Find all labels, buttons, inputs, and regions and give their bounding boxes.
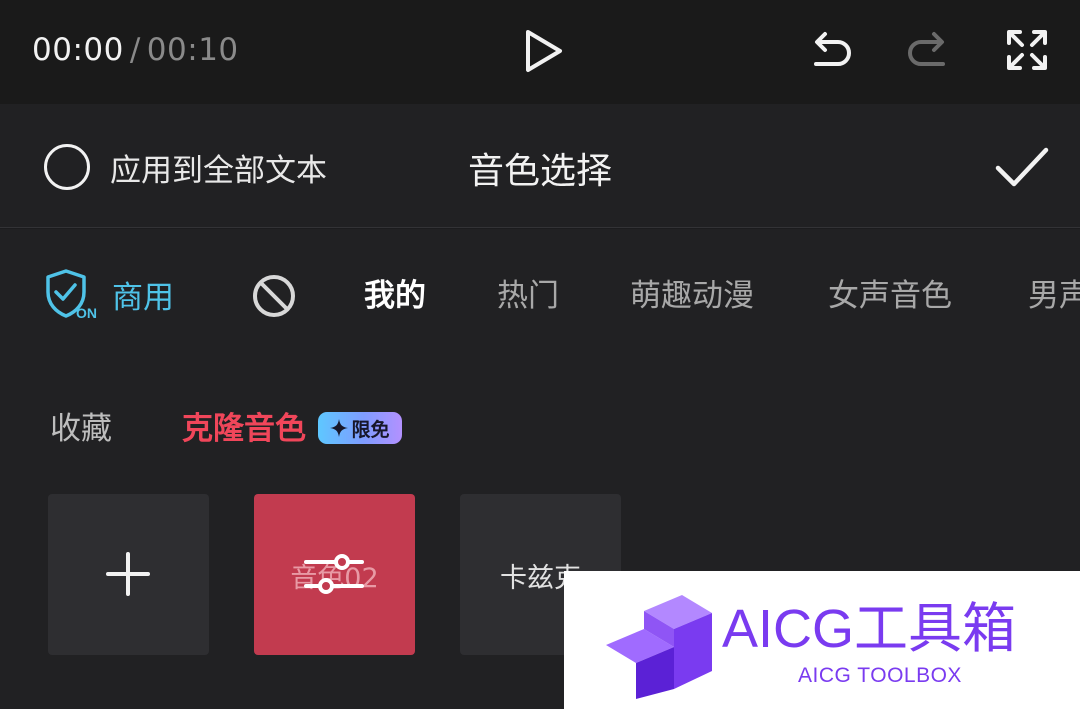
current-time: 00:00 xyxy=(32,32,124,68)
watermark: AICG工具箱 AICG TOOLBOX xyxy=(564,571,1080,709)
commercial-filter-toggle[interactable]: ON 商用 xyxy=(44,269,174,320)
subtab-clone-voice[interactable]: 克隆音色 xyxy=(182,407,306,451)
redo-icon[interactable] xyxy=(905,28,951,74)
watermark-subtitle: AICG TOOLBOX xyxy=(798,664,962,687)
sparkle-icon xyxy=(330,419,349,437)
tab-popular[interactable]: 热门 xyxy=(497,273,559,319)
player-toolbar: 00:00/00:10 xyxy=(0,0,1080,104)
tab-male-voice[interactable]: 男声 xyxy=(1028,273,1080,319)
free-badge: 限免 xyxy=(318,412,402,444)
total-duration: 00:10 xyxy=(146,32,239,68)
voice-subtabs: 收藏 克隆音色 限免 xyxy=(0,359,1080,489)
shield-check-icon: ON xyxy=(46,269,97,320)
subtab-favorites[interactable]: 收藏 xyxy=(50,407,112,451)
free-badge-label: 限免 xyxy=(351,418,390,441)
playback-time: 00:00/00:10 xyxy=(32,28,239,72)
tab-mine[interactable]: 我的 xyxy=(364,273,426,319)
voice-item-selected[interactable]: 音色02 xyxy=(254,494,415,655)
plus-icon xyxy=(106,552,150,596)
panel-title: 音色选择 xyxy=(467,151,612,192)
commercial-label: 商用 xyxy=(112,279,174,316)
sliders-icon[interactable] xyxy=(302,550,366,598)
time-separator: / xyxy=(129,32,141,68)
aicg-logo-icon xyxy=(606,595,712,699)
panel-header: 应用到全部文本 音色选择 xyxy=(0,104,1080,228)
commercial-on-badge: ON xyxy=(76,305,97,320)
voice-select-screen: 00:00/00:10 应用到全部文本 音色选择 ON 商用 我的 热门 萌趣动… xyxy=(0,0,1080,709)
voice-category-tabs: ON 商用 我的 热门 萌趣动漫 女声音色 男声 xyxy=(0,229,1080,359)
fullscreen-icon[interactable] xyxy=(1004,27,1050,73)
add-voice-button[interactable] xyxy=(48,494,209,655)
tab-cute-anime[interactable]: 萌趣动漫 xyxy=(630,273,754,319)
ban-icon[interactable] xyxy=(251,273,297,319)
checkmark-icon[interactable] xyxy=(994,144,1050,192)
tab-female-voice[interactable]: 女声音色 xyxy=(828,273,952,319)
watermark-title: AICG工具箱 xyxy=(722,599,1017,659)
play-icon[interactable] xyxy=(520,28,566,74)
undo-icon[interactable] xyxy=(808,28,854,74)
